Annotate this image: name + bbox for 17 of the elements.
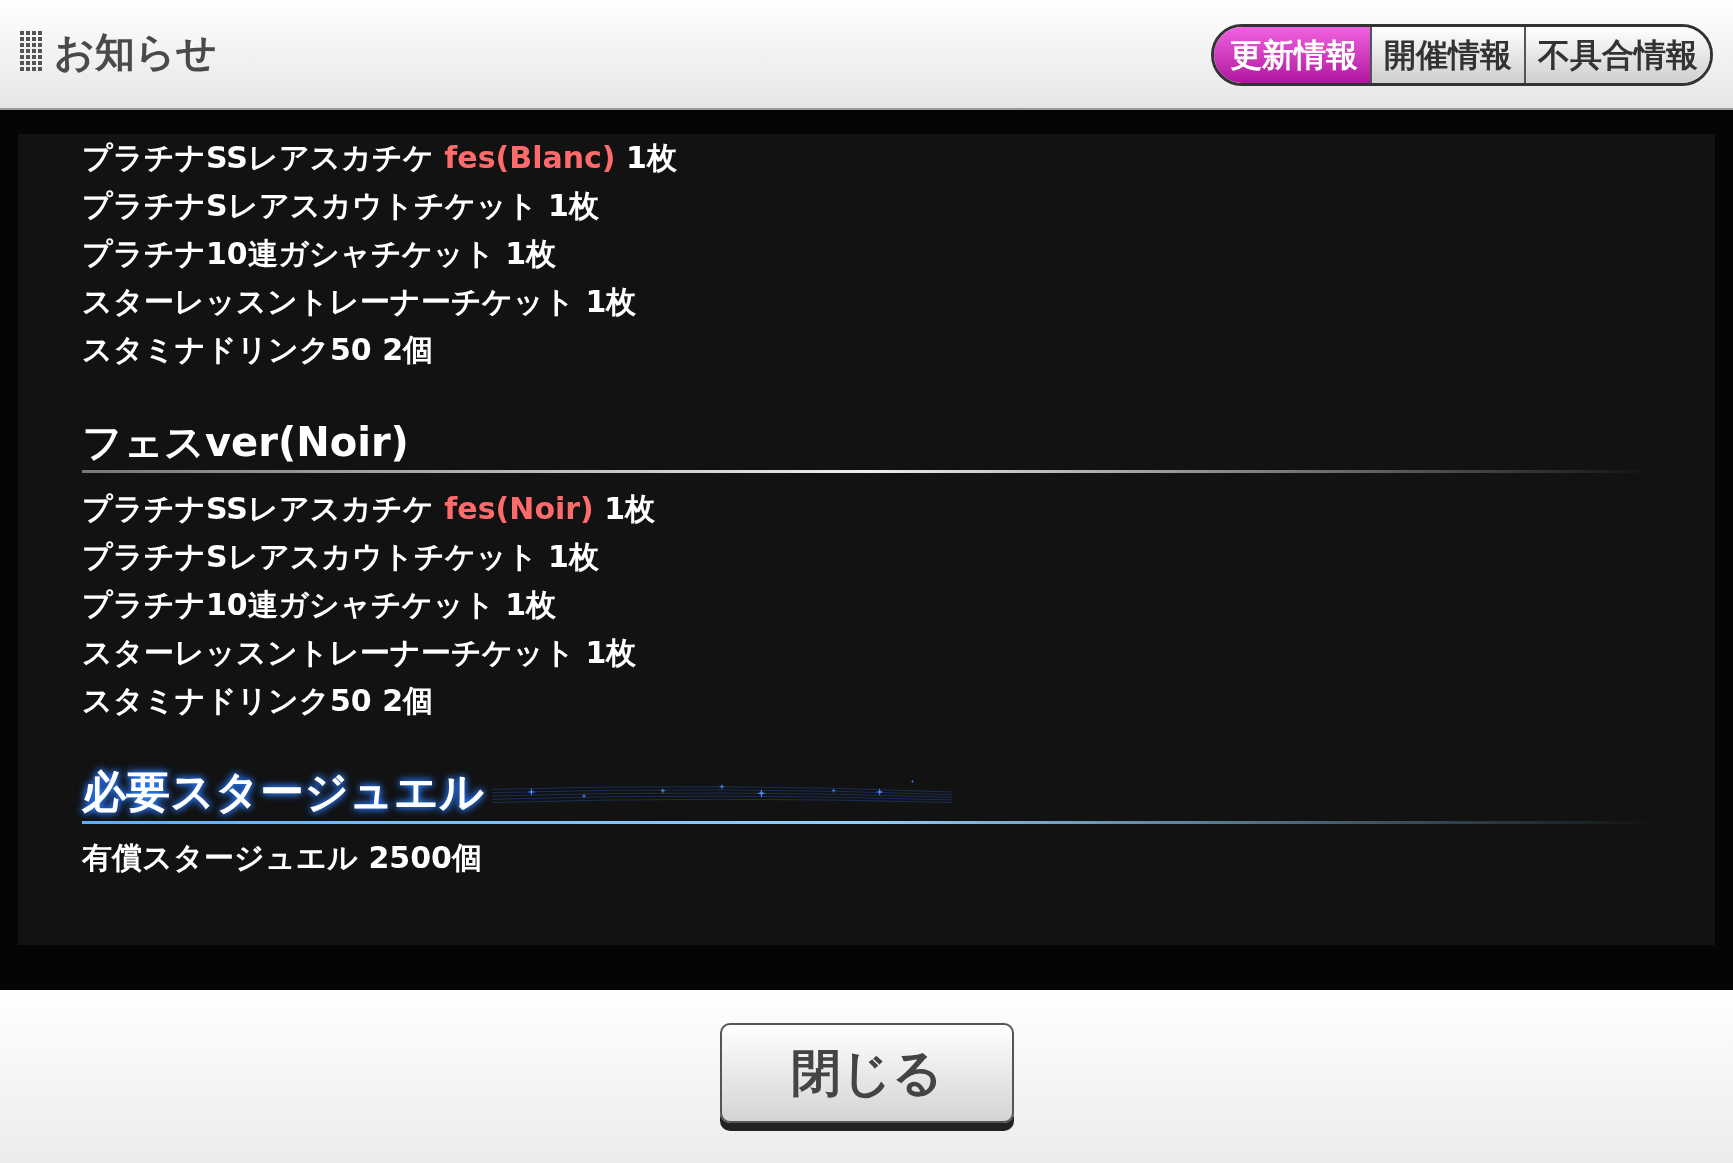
reward-line: プラチナSSレアスカチケ fes(Blanc) 1枚 [82,139,678,177]
reward-line: スタミナドリンク50 2個 [82,682,435,720]
reward-line: プラチナSSレアスカチケ fes(Noir) 1枚 [82,490,657,528]
reward-line: スタミナドリンク50 2個 [82,331,435,369]
reward-line: スターレッスントレーナーチケット 1枚 [82,634,638,672]
section-heading: フェスver(Noir) [82,418,410,467]
reward-line: 有償スタージュエル 2500個 [82,839,483,877]
reward-line: プラチナ10連ガシャチケット 1枚 [82,586,558,624]
reward-line: スターレッスントレーナーチケット 1枚 [82,283,638,321]
tab[interactable]: 更新情報 [1214,27,1370,83]
section-heading: 必要スタージュエル [82,765,484,819]
reward-line: プラチナSレアスカウトチケット 1枚 [82,538,600,576]
reward-line: プラチナSレアスカウトチケット 1枚 [82,187,600,225]
tab[interactable]: 開催情報 [1370,27,1524,83]
tab[interactable]: 不具合情報 [1524,27,1710,83]
reward-line: プラチナ10連ガシャチケット 1枚 [82,235,558,273]
window-title: お知らせ [54,28,217,77]
